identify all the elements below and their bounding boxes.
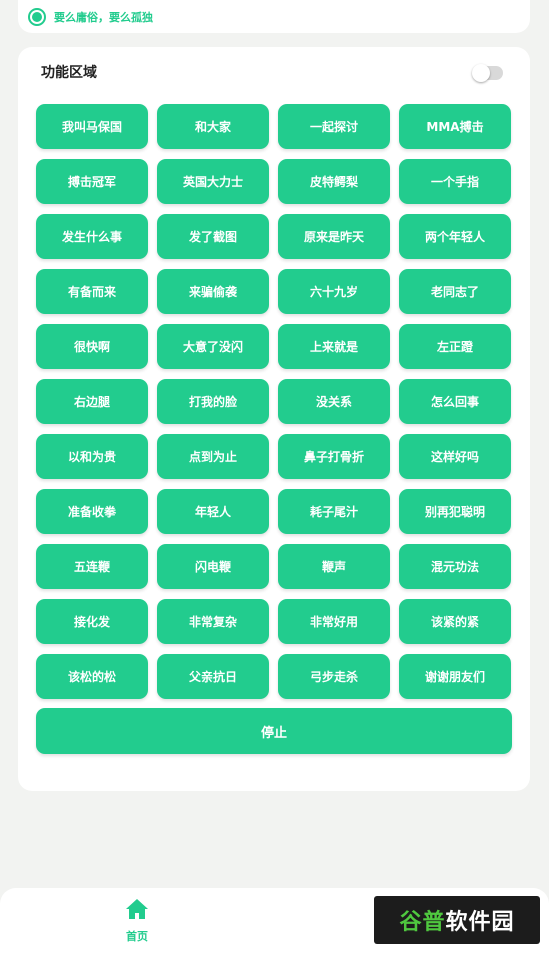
sound-button[interactable]: 年轻人 [157, 489, 269, 534]
sound-button[interactable]: 发了截图 [157, 214, 269, 259]
sound-button-grid: 我叫马保国 和大家 一起探讨 MMA搏击搏击冠军 英国大力士 皮特鳄梨 一个手指发生什么事发… [36, 104, 511, 699]
sound-button[interactable]: 大意了没闪 [157, 324, 269, 369]
slogan-text: 要么庸俗，要么孤独 [54, 10, 153, 24]
radio-selected-icon[interactable] [28, 7, 46, 26]
sound-button[interactable]: 一起探讨 [278, 104, 390, 149]
watermark-part1: 谷普 [399, 910, 446, 935]
sound-button[interactable]: 接化发 [36, 599, 148, 644]
sound-button[interactable]: 弓步走杀 [278, 654, 390, 699]
sound-button[interactable]: 皮特鳄梨 [278, 159, 390, 204]
section-title: 功能区域 [41, 65, 97, 81]
toggle-knob [472, 64, 490, 82]
sound-button[interactable]: 该松的松 [36, 654, 148, 699]
sound-button[interactable]: 两个年轻人 [399, 214, 511, 259]
sound-button[interactable]: 没关系 [278, 379, 390, 424]
sound-button[interactable]: 原来是昨天 [278, 214, 390, 259]
sound-button[interactable]: 混元功法 [399, 544, 511, 589]
sound-button[interactable]: 耗子尾汁 [278, 489, 390, 534]
toggle-switch[interactable] [472, 64, 503, 82]
sound-button[interactable]: 一个手指 [399, 159, 511, 204]
sound-button[interactable]: 怎么回事 [399, 379, 511, 424]
watermark-part2: 软件园 [445, 910, 515, 935]
function-area-card: 功能区域 我叫马保国 和大家 一起探讨 MMA搏击搏击冠军 英国大力士 皮特鳄梨 一个手指发… [18, 47, 530, 791]
sound-button[interactable]: 打我的脸 [157, 379, 269, 424]
sound-button[interactable]: 很快啊 [36, 324, 148, 369]
sound-button[interactable]: 我叫马保国 [36, 104, 148, 149]
sound-button[interactable]: 谢谢朋友们 [399, 654, 511, 699]
sound-button[interactable]: 左正蹬 [399, 324, 511, 369]
sound-button[interactable]: 和大家 [157, 104, 269, 149]
sound-button[interactable]: 英国大力士 [157, 159, 269, 204]
sound-button[interactable]: 老同志了 [399, 269, 511, 314]
sound-button[interactable]: 五连鞭 [36, 544, 148, 589]
sound-button[interactable]: 六十九岁 [278, 269, 390, 314]
watermark-logo: 谷普 软件园 [374, 896, 540, 944]
sound-button[interactable]: 上来就是 [278, 324, 390, 369]
sound-button[interactable]: 鞭声 [278, 544, 390, 589]
sound-button[interactable]: 非常复杂 [157, 599, 269, 644]
sound-button[interactable]: 准备收拳 [36, 489, 148, 534]
stop-button[interactable]: 停止 [36, 708, 512, 754]
nav-home[interactable]: 首页 [102, 898, 172, 948]
sound-button[interactable]: 右边腿 [36, 379, 148, 424]
home-icon [126, 899, 148, 919]
sound-button[interactable]: MMA搏击 [399, 104, 511, 149]
sound-button[interactable]: 非常好用 [278, 599, 390, 644]
sound-button[interactable]: 这样好吗 [399, 434, 511, 479]
sound-button[interactable]: 别再犯聪明 [399, 489, 511, 534]
sound-button[interactable]: 有备而来 [36, 269, 148, 314]
sound-button[interactable]: 点到为止 [157, 434, 269, 479]
sound-button[interactable]: 来骗偷袭 [157, 269, 269, 314]
sound-button[interactable]: 闪电鞭 [157, 544, 269, 589]
sound-button[interactable]: 发生什么事 [36, 214, 148, 259]
sound-button[interactable]: 鼻子打骨折 [278, 434, 390, 479]
sound-button[interactable]: 该紧的紧 [399, 599, 511, 644]
header-card: 要么庸俗，要么孤独 [18, 0, 530, 33]
sound-button[interactable]: 以和为贵 [36, 434, 148, 479]
nav-home-label: 首页 [126, 930, 148, 943]
sound-button[interactable]: 搏击冠军 [36, 159, 148, 204]
sound-button[interactable]: 父亲抗日 [157, 654, 269, 699]
